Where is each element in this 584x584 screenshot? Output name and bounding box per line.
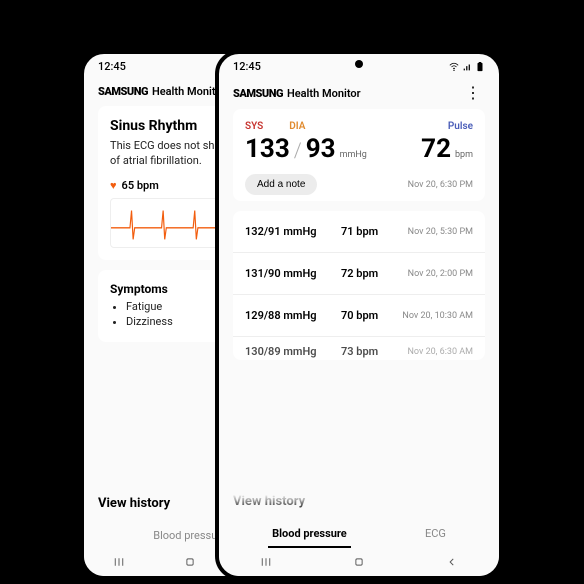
pulse-value: 72 (421, 134, 451, 164)
history-pulse: 70 bpm (341, 309, 402, 322)
bp-history-item[interactable]: 131/90 mmHg 72 bpm Nov 20, 2:00 PM (233, 253, 485, 295)
history-time: Nov 20, 6:30 AM (407, 347, 473, 357)
history-time: Nov 20, 5:30 PM (408, 227, 473, 237)
brand-app-name: Health Monitor (287, 87, 361, 100)
dia-label: DIA (289, 121, 305, 132)
history-time: Nov 20, 10:30 AM (402, 311, 473, 321)
more-options-button[interactable]: ⋮ (461, 85, 485, 101)
clock: 12:45 (98, 60, 126, 73)
home-button[interactable] (351, 554, 367, 570)
dia-value: 93 (306, 134, 336, 164)
recents-button[interactable] (111, 554, 127, 570)
battery-icon (475, 62, 485, 72)
app-title: SAMSUNG Health Monitor (98, 85, 226, 98)
phone-bp: 12:45 SAMSUNG Health Monitor ⋮ SYS DIA P… (215, 50, 503, 580)
bp-history-item[interactable]: 130/89 mmHg 73 bpm Nov 20, 6:30 AM (233, 337, 485, 360)
clock: 12:45 (233, 60, 261, 73)
recents-button[interactable] (258, 554, 274, 570)
bp-history-list: 132/91 mmHg 71 bpm Nov 20, 5:30 PM 131/9… (233, 211, 485, 360)
view-history-heading: View history (233, 494, 485, 509)
app-title: SAMSUNG Health Monitor (233, 87, 361, 100)
bottom-tabs-section: View history Blood pressure ECG (219, 484, 499, 548)
history-bp: 129/88 mmHg (245, 309, 341, 322)
signal-icon (462, 62, 472, 72)
bp-current-card: SYS DIA Pulse 133 / 93 mmHg 72 bpm Add a… (233, 109, 485, 201)
home-button[interactable] (182, 554, 198, 570)
bp-separator: / (294, 138, 302, 162)
heart-icon: ♥ (110, 179, 117, 192)
brand-logo: SAMSUNG (98, 85, 148, 98)
brand-logo: SAMSUNG (233, 87, 283, 100)
history-bp: 132/91 mmHg (245, 225, 341, 238)
note-row: Add a note Nov 20, 6:30 PM (245, 174, 473, 195)
history-bp: 130/89 mmHg (245, 345, 341, 358)
back-button[interactable] (444, 554, 460, 570)
history-bp: 131/90 mmHg (245, 267, 341, 280)
camera-hole (355, 60, 363, 68)
ecg-bpm-value: 65 bpm (122, 179, 159, 192)
bp-history-item[interactable]: 129/88 mmHg 70 bpm Nov 20, 10:30 AM (233, 295, 485, 337)
app-bar: SAMSUNG Health Monitor ⋮ (219, 75, 499, 109)
bp-history-item[interactable]: 132/91 mmHg 71 bpm Nov 20, 5:30 PM (233, 211, 485, 253)
history-pulse: 71 bpm (341, 225, 408, 238)
tab-ecg[interactable]: ECG (421, 521, 450, 548)
android-nav-bar (219, 548, 499, 576)
history-pulse: 72 bpm (341, 267, 408, 280)
pulse-label: Pulse (448, 121, 473, 132)
sys-label: SYS (245, 121, 263, 132)
tabs: Blood pressure ECG (233, 521, 485, 548)
status-bar: 12:45 (219, 54, 499, 75)
status-icons (449, 62, 485, 72)
current-timestamp: Nov 20, 6:30 PM (408, 180, 473, 190)
bp-values-row: 133 / 93 mmHg 72 bpm (245, 134, 473, 164)
tab-blood-pressure[interactable]: Blood pressure (268, 521, 351, 548)
history-time: Nov 20, 2:00 PM (408, 269, 473, 279)
history-pulse: 73 bpm (341, 345, 407, 358)
wifi-icon (449, 62, 459, 72)
pulse-unit: bpm (455, 150, 473, 160)
bp-unit: mmHg (340, 150, 367, 160)
bp-labels-row: SYS DIA Pulse (245, 121, 473, 132)
sys-value: 133 (245, 134, 290, 164)
add-note-button[interactable]: Add a note (245, 174, 317, 195)
